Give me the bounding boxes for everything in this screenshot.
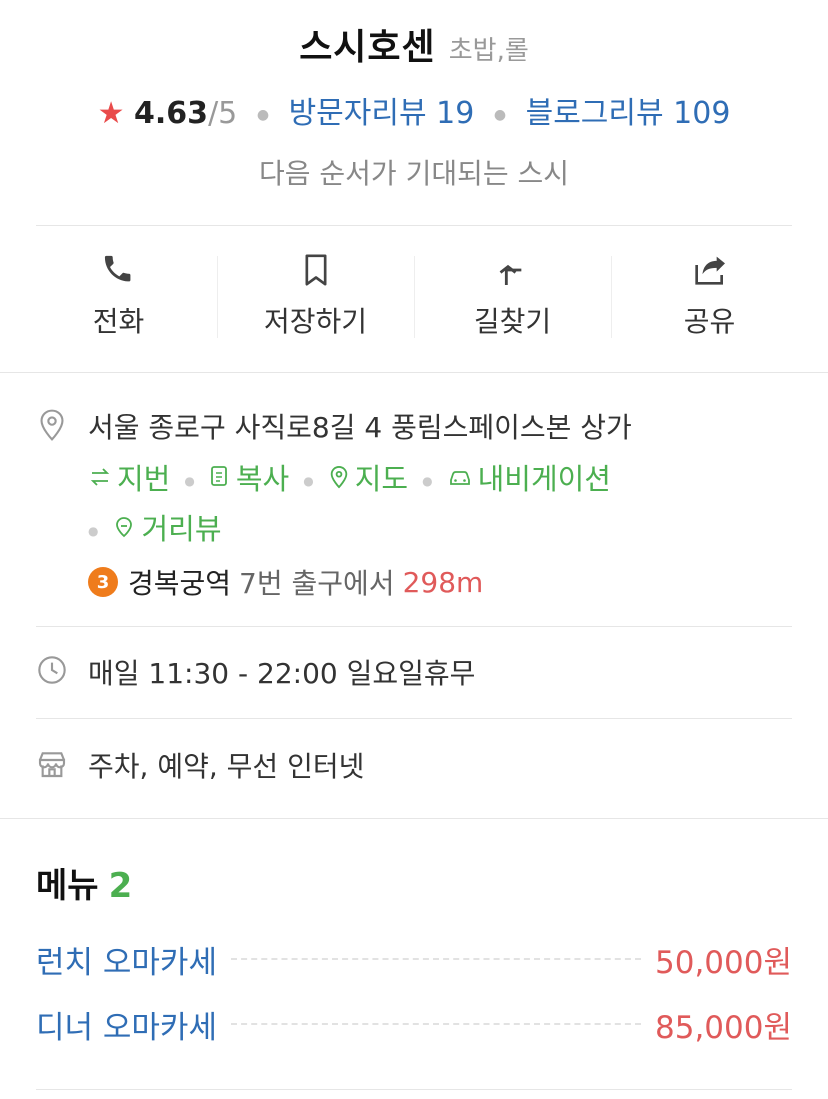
save-label: 저장하기 bbox=[263, 305, 368, 338]
amenities-text: 주차, 예약, 무선 인터넷 bbox=[88, 750, 365, 783]
hours-text: 매일 11:30 - 22:00 일요일휴무 bbox=[88, 657, 476, 690]
divider bbox=[36, 225, 792, 226]
location-pin-icon bbox=[36, 408, 68, 441]
street-view-label: 거리뷰 bbox=[141, 512, 222, 546]
menu-item-name: 디너 오마카세 bbox=[36, 1009, 217, 1046]
place-tagline: 다음 순서가 기대되는 스시 bbox=[258, 157, 570, 190]
separator-dot: ● bbox=[422, 474, 433, 488]
share-label: 공유 bbox=[683, 305, 736, 338]
separator-dot: ● bbox=[303, 474, 314, 488]
bookmark-icon bbox=[217, 250, 414, 290]
subway-line-badge: 3 bbox=[88, 567, 118, 597]
clock-icon bbox=[36, 654, 68, 686]
action-bar: 전화 저장하기 길찾기 공유 bbox=[20, 250, 808, 340]
menu-item-price: 85,000원 bbox=[655, 1009, 792, 1046]
navigation-label: 내비게이션 bbox=[477, 462, 611, 496]
call-label: 전화 bbox=[92, 305, 145, 338]
place-name: 스시호센 bbox=[299, 27, 436, 68]
divider bbox=[0, 372, 828, 373]
divider bbox=[36, 718, 792, 719]
subway-info: 3 경복궁역 7번 출구에서 298m bbox=[88, 562, 483, 602]
rating-row: ★ 4.63/5 ● 방문자리뷰 19 ● 블로그리뷰 109 bbox=[0, 88, 828, 132]
menu-item[interactable]: 런치 오마카세 50,000원 bbox=[36, 937, 792, 981]
directions-label: 길찾기 bbox=[473, 305, 552, 338]
rating-max: /5 bbox=[208, 96, 238, 131]
store-icon bbox=[36, 748, 68, 780]
separator-dot: ● bbox=[493, 106, 507, 123]
copy-icon bbox=[210, 466, 227, 486]
menu-count: 2 bbox=[108, 866, 133, 906]
menu-title: 메뉴 bbox=[36, 866, 99, 906]
copy-link[interactable]: 복사 bbox=[209, 456, 289, 498]
menu-item-name: 런치 오마카세 bbox=[36, 944, 217, 981]
address-links-row2: ● 거리뷰 bbox=[88, 506, 222, 548]
menu-section-title: 메뉴 2 bbox=[36, 858, 132, 907]
divider bbox=[0, 818, 828, 819]
dotted-leader bbox=[230, 1023, 641, 1025]
save-button[interactable]: 저장하기 bbox=[217, 250, 414, 340]
dotted-leader bbox=[230, 958, 641, 960]
separator-dot: ● bbox=[256, 106, 270, 123]
jibun-label: 지번 bbox=[117, 462, 171, 496]
blog-reviews-link[interactable]: 블로그리뷰 109 bbox=[526, 96, 731, 131]
visitor-reviews-link[interactable]: 방문자리뷰 19 bbox=[289, 96, 475, 131]
street-view-link[interactable]: 거리뷰 bbox=[112, 506, 222, 548]
map-label: 지도 bbox=[354, 462, 409, 496]
phone-icon bbox=[20, 250, 217, 290]
share-button[interactable]: 공유 bbox=[611, 250, 808, 340]
car-icon bbox=[449, 471, 470, 485]
directions-button[interactable]: 길찾기 bbox=[414, 250, 611, 340]
turn-arrow-icon bbox=[414, 250, 611, 290]
map-link[interactable]: 지도 bbox=[328, 456, 408, 498]
share-icon bbox=[611, 250, 808, 290]
copy-label: 복사 bbox=[235, 462, 290, 496]
place-category: 초밥,롤 bbox=[448, 36, 529, 66]
divider bbox=[36, 1089, 792, 1090]
station-distance: 298m bbox=[402, 565, 484, 599]
separator-dot: ● bbox=[88, 524, 99, 538]
menu-item-price: 50,000원 bbox=[655, 944, 792, 981]
street-view-icon bbox=[116, 517, 133, 538]
address-text: 서울 종로구 사직로8길 4 풍림스페이스본 상가 bbox=[88, 411, 632, 444]
station-name: 경복궁역 bbox=[128, 567, 232, 600]
place-header: 스시호센 초밥,롤 bbox=[0, 18, 828, 70]
station-exit: 7번 출구에서 bbox=[239, 567, 395, 600]
map-pin-icon bbox=[330, 465, 347, 489]
jibun-link[interactable]: 지번 bbox=[88, 456, 170, 498]
swap-icon bbox=[90, 468, 110, 486]
menu-item[interactable]: 디너 오마카세 85,000원 bbox=[36, 1002, 792, 1046]
rating-score: 4.63 bbox=[134, 96, 209, 131]
separator-dot: ● bbox=[184, 474, 195, 488]
divider bbox=[36, 626, 792, 627]
star-icon: ★ bbox=[97, 96, 125, 131]
navigation-link[interactable]: 내비게이션 bbox=[447, 456, 611, 498]
call-button[interactable]: 전화 bbox=[20, 250, 217, 340]
address-links: 지번 ● 복사 ● 지도 ● 내비게이션 bbox=[88, 456, 611, 498]
